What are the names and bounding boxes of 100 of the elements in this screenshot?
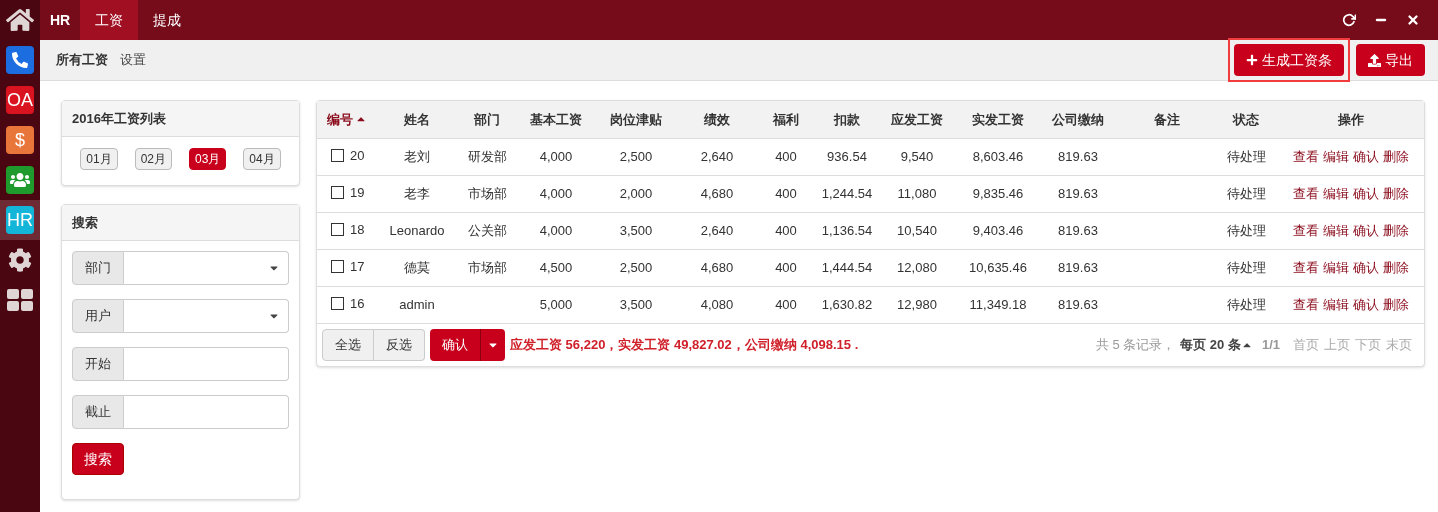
month-button[interactable]: 03月: [189, 148, 227, 170]
action-link[interactable]: 确认: [1352, 296, 1379, 312]
row-checkbox[interactable]: [331, 222, 344, 236]
month-button[interactable]: 02月: [134, 148, 172, 170]
nav-tab[interactable]: 提成: [138, 0, 197, 40]
row-checkbox[interactable]: [331, 259, 344, 273]
action-link[interactable]: 编辑: [1322, 296, 1349, 312]
select-field[interactable]: [124, 251, 289, 285]
column-header: 扣款: [819, 101, 875, 138]
column-header[interactable]: 编号: [317, 101, 381, 138]
home-icon[interactable]: [6, 6, 34, 34]
action-link[interactable]: 删除: [1382, 185, 1409, 201]
column-header: 应发工资: [875, 101, 959, 138]
action-link[interactable]: 确认: [1352, 148, 1379, 164]
sub-nav-link[interactable]: 所有工资: [56, 50, 108, 70]
page-size-selector[interactable]: 每页 20 条: [1180, 334, 1253, 355]
page-indicator: 1/1: [1261, 335, 1280, 354]
table-cell: 9,403.46: [972, 222, 1024, 238]
input-field[interactable]: [124, 347, 289, 381]
table-cell: 3,500: [619, 222, 653, 238]
action-link[interactable]: 确认: [1352, 259, 1379, 275]
table-cell: 4,000: [539, 185, 573, 201]
phone-icon[interactable]: [6, 46, 34, 74]
table-cell: 819.63: [1058, 148, 1098, 164]
action-link[interactable]: 编辑: [1322, 185, 1349, 201]
column-header: 基本工资: [521, 101, 591, 138]
action-link[interactable]: 查看: [1292, 222, 1319, 238]
table-cell: 老刘: [404, 148, 430, 164]
table-cell: 400: [775, 222, 797, 238]
refresh-icon[interactable]: [1342, 13, 1356, 27]
action-link[interactable]: 查看: [1292, 148, 1319, 164]
action-link[interactable]: 编辑: [1322, 148, 1349, 164]
table-cell: 5,000: [539, 296, 573, 312]
grid-icon[interactable]: [7, 289, 33, 311]
action-link[interactable]: 删除: [1382, 222, 1409, 238]
field-label: 截止: [72, 395, 124, 429]
month-button[interactable]: 01月: [80, 148, 118, 170]
settings-icon[interactable]: [8, 248, 32, 272]
table-cell: 待处理: [1226, 222, 1266, 238]
dropdown-button[interactable]: [480, 328, 505, 361]
table-cell: 12,080: [897, 259, 937, 275]
nav-tab[interactable]: 工资: [80, 0, 139, 40]
action-link[interactable]: 编辑: [1322, 222, 1349, 238]
table-cell: 1,244.54: [821, 185, 873, 201]
action-link[interactable]: 编辑: [1322, 259, 1349, 275]
sub-nav-link[interactable]: 设置: [120, 50, 146, 70]
users-icon[interactable]: [6, 166, 34, 194]
table-cell: 待处理: [1226, 296, 1266, 312]
action-link[interactable]: 删除: [1382, 148, 1409, 164]
table-cell: 2,500: [619, 148, 653, 164]
input-field[interactable]: [124, 395, 289, 429]
action-link[interactable]: 删除: [1382, 259, 1409, 275]
export-button[interactable]: 导出: [1356, 44, 1425, 76]
action-link[interactable]: 确认: [1352, 222, 1379, 238]
table-cell: 819.63: [1058, 185, 1098, 201]
search-button[interactable]: 搜索: [72, 443, 124, 475]
table-cell: admin: [399, 296, 435, 312]
select-field[interactable]: [124, 299, 289, 333]
table-cell: 4,000: [539, 222, 573, 238]
action-link[interactable]: 查看: [1292, 259, 1319, 275]
upload-icon: [1368, 53, 1381, 67]
table-cell: 老李: [404, 185, 430, 201]
table-cell: 11,349.18: [969, 296, 1027, 312]
summary-text: 应发工资 56,220，实发工资 49,827.02，公司缴纳 4,098.15 .: [510, 335, 859, 354]
table-cell: Leonardo: [389, 222, 445, 238]
row-checkbox[interactable]: [331, 148, 344, 162]
table-cell: 研发部: [467, 148, 507, 164]
confirm-button[interactable]: 确认: [430, 328, 480, 361]
table-cell: 1,444.54: [821, 259, 873, 275]
field-label: 部门: [72, 251, 124, 285]
app-icon[interactable]: OA: [6, 86, 34, 114]
table-cell: 819.63: [1058, 222, 1098, 238]
table-cell-text: 18: [350, 220, 365, 239]
column-header: 岗位津贴: [591, 101, 681, 138]
table-cell-text: 20: [350, 146, 365, 165]
action-link[interactable]: 删除: [1382, 296, 1409, 312]
sidebar-item[interactable]: OA: [0, 80, 40, 120]
row-checkbox[interactable]: [331, 296, 344, 310]
plus-icon: [1246, 54, 1258, 66]
panel-title: 搜索: [62, 205, 299, 241]
table-cell: 11,080: [897, 185, 937, 201]
action-link[interactable]: 查看: [1292, 296, 1319, 312]
table-cell-text: 19: [350, 183, 365, 202]
action-link[interactable]: 确认: [1352, 185, 1379, 201]
column-header: 姓名: [381, 101, 453, 138]
select-button[interactable]: 反选: [374, 328, 425, 361]
table-cell: 10,540: [897, 222, 937, 238]
close-icon[interactable]: [1406, 13, 1420, 27]
brand: HR: [49, 10, 72, 30]
row-checkbox[interactable]: [331, 185, 344, 199]
table-cell: 936.54: [827, 148, 867, 164]
table-cell: 9,540: [900, 148, 934, 164]
generate-button[interactable]: 生成工资条: [1234, 44, 1344, 76]
table-cell: 待处理: [1226, 259, 1266, 275]
month-button[interactable]: 04月: [243, 148, 281, 170]
action-link[interactable]: 查看: [1292, 185, 1319, 201]
table-cell: 4,500: [539, 259, 573, 275]
table-cell: 2,500: [619, 259, 653, 275]
select-button[interactable]: 全选: [322, 328, 374, 361]
column-header: 部门: [453, 101, 521, 138]
